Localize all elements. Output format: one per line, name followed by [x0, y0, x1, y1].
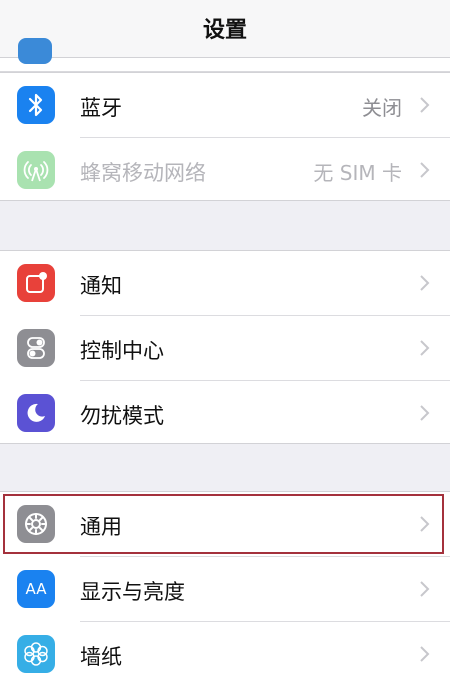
toggle-icon — [17, 329, 55, 367]
navigation-bar: 设置 — [0, 0, 450, 58]
chevron-right-icon — [420, 162, 430, 178]
settings-row-notifications[interactable]: 通知 — [0, 251, 450, 315]
chevron-right-icon — [420, 405, 430, 421]
chevron-right-icon — [420, 97, 430, 113]
cellular-status: 无 SIM 卡 — [313, 161, 402, 185]
wallpaper-label: 墙纸 — [80, 645, 122, 669]
settings-group-connectivity: 蓝牙 关闭 蜂窝移动网络 无 SIM 卡 — [0, 72, 450, 201]
display-label: 显示与亮度 — [80, 580, 185, 604]
chevron-right-icon — [420, 646, 430, 662]
page-title: 设置 — [202, 18, 247, 43]
settings-row-bluetooth[interactable]: 蓝牙 关闭 — [0, 73, 450, 137]
partial-settings-row[interactable] — [0, 38, 450, 72]
bluetooth-icon — [17, 86, 55, 124]
settings-row-general[interactable]: 通用 — [0, 492, 450, 556]
settings-row-wallpaper[interactable]: 墙纸 — [0, 622, 450, 686]
text-size-icon-glyph: AA — [25, 580, 47, 598]
settings-row-cellular[interactable]: 蜂窝移动网络 无 SIM 卡 — [0, 138, 450, 202]
chevron-right-icon — [420, 275, 430, 291]
gear-icon — [17, 505, 55, 543]
general-label: 通用 — [80, 515, 122, 539]
settings-row-control-center[interactable]: 控制中心 — [0, 316, 450, 380]
control-center-label: 控制中心 — [80, 339, 164, 363]
moon-icon — [17, 394, 55, 432]
settings-row-display[interactable]: AA 显示与亮度 — [0, 557, 450, 621]
chevron-right-icon — [420, 581, 430, 597]
antenna-icon — [17, 151, 55, 189]
do-not-disturb-label: 勿扰模式 — [80, 404, 164, 428]
notification-icon — [17, 264, 55, 302]
cellular-label: 蜂窝移动网络 — [80, 161, 206, 185]
notifications-label: 通知 — [80, 274, 122, 298]
settings-group-system: 通用 AA 显示与亮度 墙纸 — [0, 491, 450, 688]
bluetooth-status: 关闭 — [362, 96, 402, 120]
chevron-right-icon — [420, 516, 430, 532]
bluetooth-label: 蓝牙 — [80, 96, 122, 120]
flower-icon — [17, 635, 55, 673]
text-size-icon: AA — [17, 570, 55, 608]
settings-group-alerts: 通知 控制中心 勿扰模式 — [0, 250, 450, 444]
wifi-icon — [18, 38, 52, 64]
chevron-right-icon — [420, 340, 430, 356]
settings-row-do-not-disturb[interactable]: 勿扰模式 — [0, 381, 450, 445]
